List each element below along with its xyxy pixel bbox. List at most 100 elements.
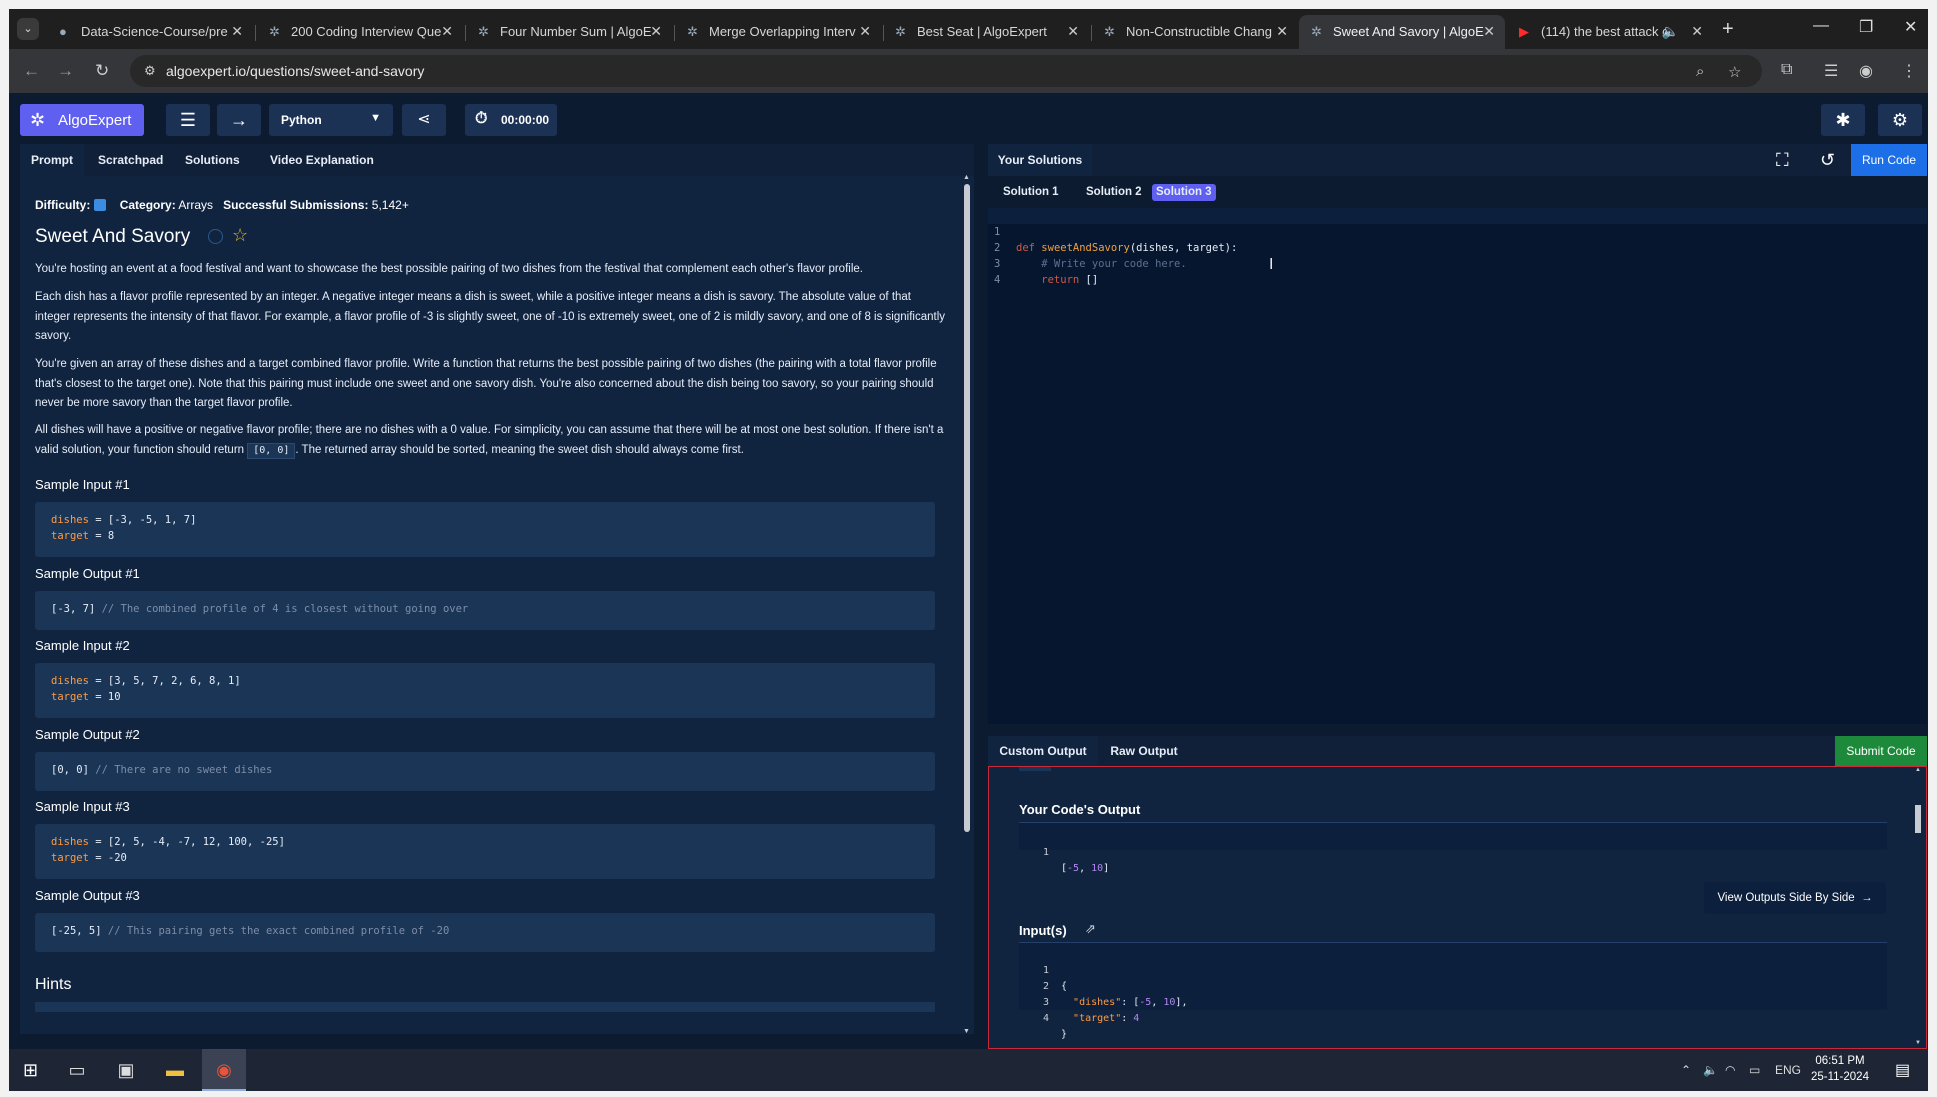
language-select[interactable]: Python ▼ xyxy=(269,104,393,136)
next-question-button[interactable]: → xyxy=(217,104,261,136)
difficulty-indicator xyxy=(94,199,107,211)
clock-date: 25-11-2024 xyxy=(1811,1071,1869,1083)
settings-button[interactable]: ⚙ xyxy=(1878,104,1922,136)
youtube-icon: ▶ xyxy=(1519,24,1529,39)
restore-icon[interactable]: ❐ xyxy=(1859,17,1873,37)
scroll-up-icon[interactable]: ▲ xyxy=(963,174,970,181)
windows-start-icon[interactable]: ⊞ xyxy=(23,1060,38,1081)
zoom-icon[interactable]: ⌕ xyxy=(1696,63,1704,80)
algoexpert-logo-button[interactable]: ✲ AlgoExpert xyxy=(20,104,144,136)
tab-scratchpad[interactable]: Scratchpad xyxy=(98,144,163,176)
input-line: 3 "target": 4 xyxy=(1019,979,1887,1024)
browser-tab[interactable]: ✲ Four Number Sum | AlgoE ✕ xyxy=(466,15,672,49)
sample-output-code: [-3, 7] // The combined profile of 4 is … xyxy=(35,591,935,630)
address-bar[interactable]: ⚙ algoexpert.io/questions/sweet-and-savo… xyxy=(130,55,1762,87)
question-list-button[interactable]: ☰ xyxy=(166,104,210,136)
tab-custom-output[interactable]: Custom Output xyxy=(988,736,1098,766)
volume-icon[interactable]: 🔈 xyxy=(1703,1063,1718,1077)
reset-icon[interactable]: ↺ xyxy=(1820,150,1835,171)
browser-tab[interactable]: ✲ Merge Overlapping Interv ✕ xyxy=(675,15,881,49)
star-icon[interactable]: ☆ xyxy=(232,225,248,246)
browser-tab[interactable]: ✲ Best Seat | AlgoExpert ✕ xyxy=(883,15,1089,49)
browser-tab[interactable]: ✲ Non-Constructible Chang ✕ xyxy=(1092,15,1298,49)
close-icon[interactable]: ✕ xyxy=(441,23,453,40)
scrollbar-thumb[interactable] xyxy=(1915,805,1921,833)
line-number: 4 xyxy=(1042,1013,1049,1024)
code-key: dishes xyxy=(51,675,89,687)
tab-raw-output[interactable]: Raw Output xyxy=(1098,736,1190,766)
profile-avatar[interactable]: ◉ xyxy=(1859,61,1873,81)
code-editor[interactable]: 1 def sweetAndSavory(dishes, target): 2 … xyxy=(988,208,1927,724)
close-icon[interactable]: ✕ xyxy=(231,23,243,40)
run-code-button[interactable]: Run Code xyxy=(1851,144,1927,176)
speaker-icon[interactable]: 🔈 xyxy=(1662,23,1679,40)
tab-solutions[interactable]: Solutions xyxy=(185,144,240,176)
forward-icon[interactable]: → xyxy=(57,61,74,81)
wifi-icon[interactable]: ◠ xyxy=(1725,1063,1735,1077)
battery-icon[interactable]: ▭ xyxy=(1749,1063,1760,1077)
text-cursor-icon: I xyxy=(1269,256,1274,273)
extensions-icon[interactable]: ⧉ xyxy=(1781,61,1792,79)
url-text[interactable]: algoexpert.io/questions/sweet-and-savory xyxy=(166,63,424,79)
code-comment: // This pairing gets the exact combined … xyxy=(107,925,450,937)
site-info-icon[interactable]: ⚙ xyxy=(144,63,156,79)
tab-prompt[interactable]: Prompt xyxy=(20,144,84,176)
prompt-scrollbar[interactable]: ▲ ▼ xyxy=(963,174,970,1035)
submit-code-button[interactable]: Submit Code xyxy=(1835,736,1927,766)
close-icon[interactable]: ✕ xyxy=(1691,23,1703,40)
bookmark-star-icon[interactable]: ☆ xyxy=(1728,63,1741,81)
tab-solution-1[interactable]: Solution 1 xyxy=(999,184,1063,201)
browser-tab[interactable]: ✲ 200 Coding Interview Que ✕ xyxy=(257,15,463,49)
task-view-icon[interactable]: ▭ xyxy=(55,1049,99,1091)
tab-your-solutions[interactable]: Your Solutions xyxy=(988,144,1092,176)
completion-status-icon[interactable] xyxy=(208,229,223,244)
notification-icon[interactable]: ▤ xyxy=(1895,1060,1910,1080)
tab-solution-3[interactable]: Solution 3 xyxy=(1152,184,1216,201)
tab-video-explanation[interactable]: Video Explanation xyxy=(270,144,374,176)
external-link-icon[interactable]: ⇗ xyxy=(1085,921,1096,937)
scroll-down-icon[interactable]: ▼ xyxy=(1915,1040,1921,1046)
close-icon[interactable]: ✕ xyxy=(859,23,871,40)
close-icon[interactable]: ✕ xyxy=(1483,23,1495,40)
window-close-icon[interactable]: ✕ xyxy=(1904,17,1917,37)
minimize-icon[interactable]: — xyxy=(1813,17,1829,35)
prompt-paragraph: Each dish has a flavor profile represent… xyxy=(35,291,945,342)
code-line: 2 # Write your code here. xyxy=(988,224,1187,270)
scroll-up-icon[interactable]: ▲ xyxy=(1915,767,1921,773)
code-comment: // The combined profile of 4 is closest … xyxy=(101,603,469,615)
chrome-icon[interactable]: ◉ xyxy=(202,1049,246,1091)
code-value: = 10 xyxy=(88,691,121,703)
code-value: [0, 0] xyxy=(51,764,96,776)
scrollbar-thumb[interactable] xyxy=(964,184,970,832)
timer-button[interactable]: ⏱ 00:00:00 xyxy=(465,104,557,136)
view-outputs-side-by-side-button[interactable]: View Outputs Side By Side → xyxy=(1704,882,1886,914)
browser-tab[interactable]: ▶ (114) the best attack c 🔈 ✕ xyxy=(1507,15,1713,49)
back-icon[interactable]: ← xyxy=(23,61,40,81)
close-icon[interactable]: ✕ xyxy=(1276,23,1288,40)
tab-search-icon[interactable]: ⌄ xyxy=(17,18,39,40)
close-icon[interactable]: ✕ xyxy=(650,23,662,40)
browser-tab-active[interactable]: ✲ Sweet And Savory | AlgoE ✕ xyxy=(1299,15,1505,49)
file-explorer-icon[interactable]: ▬ xyxy=(153,1049,197,1091)
tray-overflow-icon[interactable]: ⌃ xyxy=(1681,1063,1691,1077)
tab-title: Non-Constructible Chang xyxy=(1126,24,1272,39)
new-tab-icon[interactable]: + xyxy=(1722,19,1734,39)
close-icon[interactable]: ✕ xyxy=(1067,23,1079,40)
reload-icon[interactable]: ↻ xyxy=(95,61,109,81)
code-output-box: 1 [-5, 10] xyxy=(1019,822,1887,874)
hint-box[interactable] xyxy=(35,1002,935,1012)
share-button[interactable]: ⋖ xyxy=(402,104,446,136)
browser-menu-icon[interactable]: ⋮ xyxy=(1901,61,1917,81)
system-clock[interactable]: 06:51 PM 25-11-2024 xyxy=(1804,1053,1876,1085)
photos-app-icon[interactable]: ▣ xyxy=(104,1049,148,1091)
scroll-down-icon[interactable]: ▼ xyxy=(963,1028,970,1035)
output-scrollbar[interactable]: ▲ ▼ xyxy=(1913,767,1923,1048)
browser-tab[interactable]: ● Data-Science-Course/pre ✕ xyxy=(47,15,253,49)
tab-solution-2[interactable]: Solution 2 xyxy=(1082,184,1146,201)
fullscreen-icon[interactable]: ⛶ xyxy=(1776,150,1789,171)
input-language[interactable]: ENG xyxy=(1775,1063,1801,1077)
media-control-icon[interactable]: ☰ xyxy=(1824,61,1838,81)
app-header: ✲ AlgoExpert ☰ → Python ▼ ⋖ ⏱ 00:00:00 ✱… xyxy=(9,93,1928,137)
code-output-title: Your Code's Output xyxy=(1019,802,1141,817)
bug-report-button[interactable]: ✱ xyxy=(1821,104,1865,136)
